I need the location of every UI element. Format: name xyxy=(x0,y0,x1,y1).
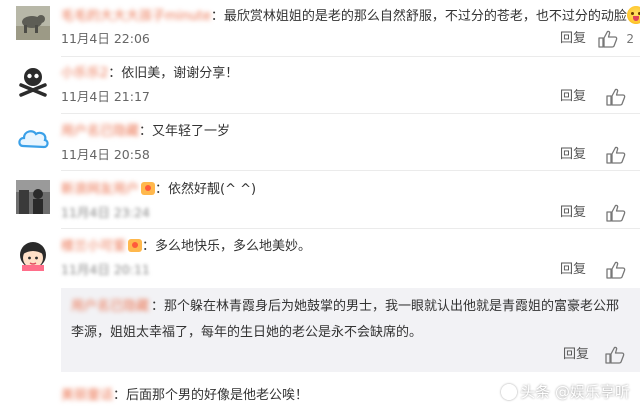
thumbs-up-icon xyxy=(606,146,626,164)
timestamp: 11月4日 20:11 xyxy=(61,262,150,277)
username[interactable]: 新浪网友用户 xyxy=(61,180,139,200)
comment-line: 毛毛的大大大孩子minute：最欣赏林姐姐的是老的那么自然舒服，不过分的苍老，也… xyxy=(61,6,640,26)
comment-text: 最欣赏林姐姐的是老的那么自然舒服，不过分的苍老，也不过分的动脸 xyxy=(223,9,627,24)
timestamp: 11月4日 22:06 xyxy=(61,31,150,46)
comment-line: 小乐乐2：依旧美，谢谢分享！ xyxy=(61,64,238,84)
watermark: 头条 @娱乐享听 xyxy=(501,382,630,402)
divider xyxy=(61,170,640,171)
colon: ： xyxy=(155,182,169,197)
sub-reply-box: 用户名已隐藏 ：那个躲在林青霞身后为她鼓掌的男士，我一眼就认出他就是青霞姐的富豪老… xyxy=(61,288,640,372)
like-button[interactable] xyxy=(598,30,620,48)
avatar[interactable] xyxy=(16,180,50,214)
comment-text: 多么地快乐，多么地美妙。 xyxy=(155,239,312,254)
reply-button[interactable]: 回复 xyxy=(560,147,586,163)
timestamp: 11月4日 21:17 xyxy=(61,89,150,104)
comment-line: 美丽童话：后面那个男的好像是他老公唉！ xyxy=(61,386,308,406)
comment-text: 依旧美，谢谢分享！ xyxy=(121,66,239,81)
username[interactable]: 小乐乐2 xyxy=(61,64,108,84)
username[interactable]: 用户名已隐藏 xyxy=(71,294,149,320)
thumbs-up-icon xyxy=(606,204,626,222)
comment-line: 楼兰小可爱 ：多么地快乐，多么地美妙。 xyxy=(61,237,311,257)
reply-button[interactable]: 回复 xyxy=(560,31,586,47)
comment-item: 毛毛的大大大孩子minute：最欣赏林姐姐的是老的那么自然舒服，不过分的苍老，也… xyxy=(0,6,640,58)
comment-text: 又年轻了一岁 xyxy=(152,124,231,139)
member-badge-icon xyxy=(128,239,143,252)
colon: ： xyxy=(139,124,153,139)
username[interactable]: 用户名已隐藏 xyxy=(61,122,139,142)
avatar[interactable] xyxy=(16,237,50,271)
comment-item: 楼兰小可爱 ：多么地快乐，多么地美妙。 11月4日 20:11 回复 xyxy=(0,237,640,285)
like-count: 2 xyxy=(626,32,634,46)
comment-text: 后面那个男的好像是他老公唉！ xyxy=(126,388,309,403)
comment-item: 小乐乐2：依旧美，谢谢分享！ 11月4日 21:17 回复 xyxy=(0,64,640,112)
colon: ： xyxy=(113,388,127,403)
timestamp: 11月4日 23:24 xyxy=(61,205,150,220)
reply-button[interactable]: 回复 xyxy=(560,205,586,221)
avatar[interactable] xyxy=(16,122,50,156)
reply-button[interactable]: 回复 xyxy=(563,347,589,363)
colon: ： xyxy=(108,66,122,81)
username[interactable]: 美丽童话 xyxy=(61,386,113,406)
colon: ： xyxy=(151,299,165,314)
thumbs-up-icon xyxy=(598,30,618,48)
member-badge-icon xyxy=(141,182,156,195)
thumbs-up-icon xyxy=(605,346,625,364)
comment-text: 依然好靓(^ ^) xyxy=(168,182,257,197)
face-with-tongue-emoji xyxy=(626,6,640,24)
divider xyxy=(61,113,640,114)
avatar[interactable] xyxy=(16,6,50,40)
reply-button[interactable]: 回复 xyxy=(560,262,586,278)
like-button[interactable] xyxy=(606,204,628,222)
comment-line: 新浪网友用户 ：依然好靓(^ ^) xyxy=(61,180,256,200)
username[interactable]: 毛毛的大大大孩子minute xyxy=(61,7,211,27)
like-button[interactable] xyxy=(606,88,628,106)
avatar[interactable] xyxy=(16,64,50,98)
divider xyxy=(61,228,640,229)
reply-button[interactable]: 回复 xyxy=(560,89,586,105)
comment-item: 新浪网友用户 ：依然好靓(^ ^) 11月4日 23:24 回复 xyxy=(0,180,640,228)
colon: ： xyxy=(210,9,224,24)
like-button[interactable] xyxy=(606,261,628,279)
watermark-text: 头条 @娱乐享听 xyxy=(520,383,630,401)
colon: ： xyxy=(142,239,156,254)
sub-reply-line: 用户名已隐藏 ：那个躲在林青霞身后为她鼓掌的男士，我一眼就认出他就是青霞姐的富豪老… xyxy=(71,294,631,346)
divider xyxy=(61,56,640,57)
like-button[interactable] xyxy=(605,346,627,364)
comment-line: 用户名已隐藏：又年轻了一岁 xyxy=(61,122,230,142)
thumbs-up-icon xyxy=(606,261,626,279)
like-button[interactable] xyxy=(606,146,628,164)
username[interactable]: 楼兰小可爱 xyxy=(61,237,126,257)
comment-item: 用户名已隐藏：又年轻了一岁 11月4日 20:58 回复 xyxy=(0,122,640,170)
timestamp: 11月4日 20:58 xyxy=(61,147,150,162)
thumbs-up-icon xyxy=(606,88,626,106)
toutiao-logo-icon xyxy=(501,384,518,400)
